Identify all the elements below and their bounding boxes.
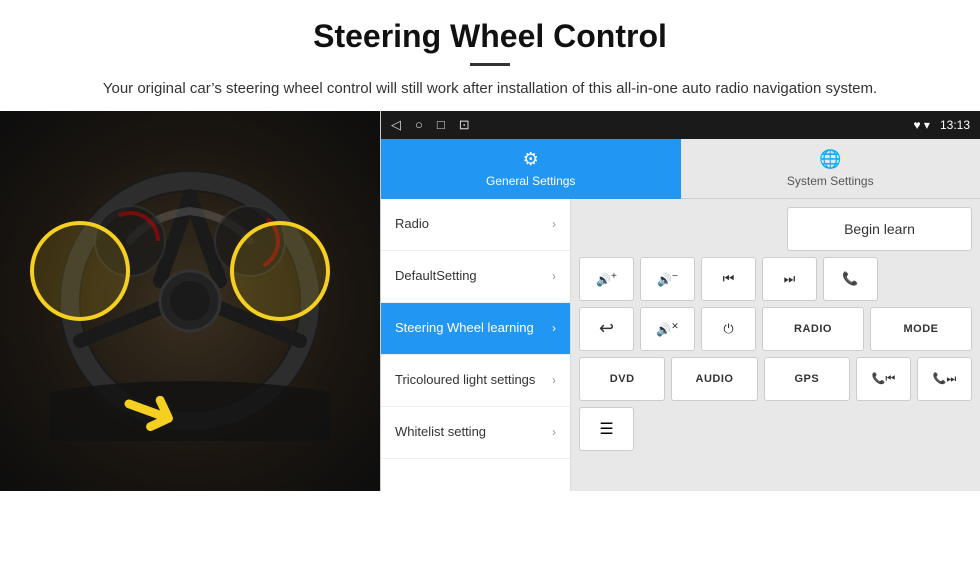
mode-label: MODE: [904, 323, 939, 335]
page-title: Steering Wheel Control: [40, 18, 940, 55]
menu-defaultsetting-chevron: ›: [552, 269, 556, 283]
volume-up-icon: 🔊+: [596, 271, 617, 287]
volume-up-button[interactable]: 🔊+: [579, 257, 634, 301]
menu-icon-button[interactable]: ☰: [579, 407, 634, 451]
phone-next-icon: 📞⏭: [933, 372, 957, 386]
page-wrapper: Steering Wheel Control Your original car…: [0, 0, 980, 491]
menu-item-tricoloured[interactable]: Tricoloured light settings ›: [381, 355, 570, 407]
highlight-circle-right: [230, 221, 330, 321]
control-panel: Begin learn 🔊+ 🔊− ⏮: [571, 199, 980, 491]
hamburger-icon: ☰: [599, 419, 613, 439]
dvd-label: DVD: [610, 373, 635, 385]
power-button[interactable]: ⏻: [701, 307, 756, 351]
next-track-icon: ⏭: [784, 271, 796, 287]
gps-button[interactable]: GPS: [764, 357, 850, 401]
menu-defaultsetting-label: DefaultSetting: [395, 268, 552, 285]
volume-down-icon: 🔊−: [657, 271, 678, 287]
controls-row-1: 🔊+ 🔊− ⏮ ⏭ 📞: [579, 257, 972, 301]
back-button[interactable]: ↩: [579, 307, 634, 351]
content-area: ➜ ◁ ○ □ ⊡ ♥ ▾ 13:13 ⚙: [0, 111, 980, 491]
tab-general-settings[interactable]: ⚙ General Settings: [381, 139, 681, 199]
status-bar: ◁ ○ □ ⊡ ♥ ▾ 13:13: [381, 111, 980, 139]
gps-label: GPS: [794, 373, 819, 385]
menu-item-steering[interactable]: Steering Wheel learning ›: [381, 303, 570, 355]
tab-general-label: General Settings: [486, 174, 575, 188]
screenshot-nav-icon[interactable]: ⊡: [459, 117, 470, 133]
status-bar-right: ♥ ▾ 13:13: [913, 118, 970, 132]
audio-label: AUDIO: [696, 373, 734, 385]
mode-button[interactable]: MODE: [870, 307, 972, 351]
tab-bar: ⚙ General Settings 🌐 System Settings: [381, 139, 980, 199]
bottom-icon-row: ☰: [579, 407, 972, 451]
prev-track-icon: ⏮: [723, 271, 735, 287]
phone-button[interactable]: 📞: [823, 257, 878, 301]
car-image-panel: ➜: [0, 111, 380, 491]
android-panel: ◁ ○ □ ⊡ ♥ ▾ 13:13 ⚙ General Settings 🌐: [380, 111, 980, 491]
menu-item-whitelist[interactable]: Whitelist setting ›: [381, 407, 570, 459]
volume-down-button[interactable]: 🔊−: [640, 257, 695, 301]
highlight-circle-left: [30, 221, 130, 321]
menu-tricoloured-label: Tricoloured light settings: [395, 372, 552, 389]
controls-row-3: DVD AUDIO GPS 📞⏮ 📞⏭: [579, 357, 972, 401]
begin-learn-row: Begin learn: [579, 207, 972, 251]
page-header: Steering Wheel Control Your original car…: [0, 0, 980, 111]
back-icon: ↩: [599, 318, 614, 339]
audio-button[interactable]: AUDIO: [671, 357, 757, 401]
menu-radio-label: Radio: [395, 216, 552, 233]
clock: 13:13: [940, 118, 970, 132]
tab-system-label: System Settings: [787, 174, 874, 188]
status-bar-left: ◁ ○ □ ⊡: [391, 117, 470, 133]
phone-prev-button[interactable]: 📞⏮: [856, 357, 911, 401]
recent-nav-icon[interactable]: □: [437, 117, 445, 132]
begin-learn-button[interactable]: Begin learn: [787, 207, 972, 251]
mute-button[interactable]: 🔊✕: [640, 307, 695, 351]
menu-radio-chevron: ›: [552, 217, 556, 231]
signal-icons: ♥ ▾: [913, 118, 936, 132]
controls-row-2: ↩ 🔊✕ ⏻ RADIO MODE: [579, 307, 972, 351]
tab-system-settings[interactable]: 🌐 System Settings: [681, 139, 980, 199]
menu-steering-chevron: ›: [552, 321, 556, 335]
dvd-button[interactable]: DVD: [579, 357, 665, 401]
car-image-bg: ➜: [0, 111, 380, 491]
menu-steering-label: Steering Wheel learning: [395, 320, 552, 337]
prev-track-button[interactable]: ⏮: [701, 257, 756, 301]
system-settings-icon: 🌐: [819, 149, 841, 170]
menu-item-defaultsetting[interactable]: DefaultSetting ›: [381, 251, 570, 303]
phone-icon: 📞: [842, 271, 858, 287]
radio-button[interactable]: RADIO: [762, 307, 864, 351]
menu-item-radio[interactable]: Radio ›: [381, 199, 570, 251]
title-divider: [470, 63, 510, 66]
radio-label: RADIO: [794, 323, 832, 335]
phone-next-button[interactable]: 📞⏭: [917, 357, 972, 401]
power-icon: ⏻: [723, 321, 733, 337]
main-content: Radio › DefaultSetting › Steering Wheel …: [381, 199, 980, 491]
general-settings-icon: ⚙: [523, 149, 539, 170]
mute-icon: 🔊✕: [656, 321, 679, 337]
menu-tricoloured-chevron: ›: [552, 373, 556, 387]
next-track-button[interactable]: ⏭: [762, 257, 817, 301]
menu-whitelist-chevron: ›: [552, 425, 556, 439]
menu-whitelist-label: Whitelist setting: [395, 424, 552, 441]
page-subtitle: Your original car’s steering wheel contr…: [40, 78, 940, 101]
home-nav-icon[interactable]: ○: [415, 117, 423, 132]
phone-prev-icon: 📞⏮: [872, 372, 896, 386]
back-nav-icon[interactable]: ◁: [391, 117, 401, 133]
menu-panel: Radio › DefaultSetting › Steering Wheel …: [381, 199, 571, 491]
begin-learn-spacer: [579, 207, 781, 251]
